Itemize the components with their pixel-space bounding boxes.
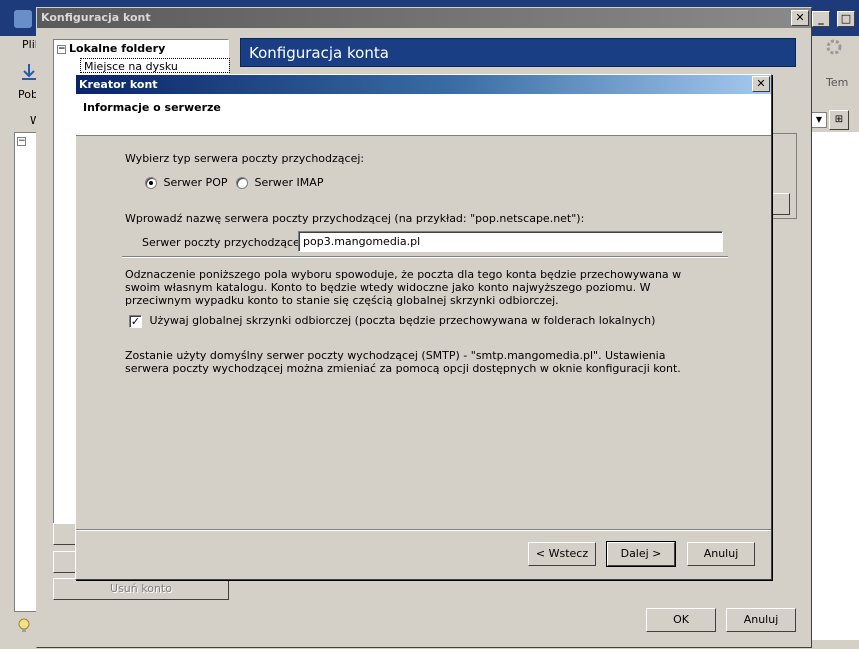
separator	[122, 256, 728, 258]
close-icon[interactable]: ✕	[791, 10, 809, 26]
page-title: Konfiguracja konta	[249, 44, 389, 62]
radio-imap[interactable]: Serwer IMAP	[236, 176, 323, 189]
next-button[interactable]: Dalej >	[606, 541, 676, 567]
cancel-button[interactable]: Anuluj	[687, 542, 755, 566]
maximize-icon[interactable]: □	[837, 11, 855, 27]
search-fragment[interactable]: Tem	[826, 76, 848, 89]
account-settings-title: Konfiguracja kont	[41, 11, 151, 24]
tree-item-label: Lokalne foldery	[69, 42, 166, 55]
wizard-page-title: Informacje o serwerze	[83, 101, 221, 114]
global-inbox-checkbox-label: Używaj globalnej skrzynki odbiorczej (po…	[149, 314, 656, 327]
account-wizard-dialog: Kreator kont ✕ Informacje o serwerze Wyb…	[75, 74, 772, 580]
ok-button[interactable]: OK	[646, 608, 716, 632]
lightbulb-icon	[16, 618, 32, 634]
incoming-server-input[interactable]: pop3.mangomedia.pl	[298, 231, 723, 252]
dropdown-arrow-icon[interactable]: ▼	[811, 112, 827, 128]
collapse-icon[interactable]: −	[17, 137, 26, 146]
checkbox-indicator[interactable]: ✓	[129, 314, 142, 328]
radio-pop-indicator[interactable]	[145, 177, 157, 189]
radio-imap-label: Serwer IMAP	[254, 176, 324, 189]
tree-item-local-folders[interactable]: − Lokalne foldery	[57, 42, 165, 55]
account-settings-header: Konfiguracja konta	[240, 38, 796, 67]
global-inbox-checkbox[interactable]: ✓ Używaj globalnej skrzynki odbiorczej (…	[129, 314, 655, 328]
radio-pop-label: Serwer POP	[163, 176, 228, 189]
global-inbox-info: Odznaczenie poniższego pola wyboru spowo…	[125, 268, 682, 307]
back-button[interactable]: < Wstecz	[528, 542, 596, 566]
app-message-list[interactable]	[810, 132, 859, 640]
collapse-icon[interactable]: −	[57, 44, 66, 54]
group-box-button[interactable]	[770, 193, 790, 215]
cancel-button[interactable]: Anuluj	[726, 608, 796, 632]
server-type-prompt: Wybierz typ serwera poczty przychodzącej…	[125, 152, 365, 165]
app-icon	[14, 10, 32, 28]
toolbar-get-mail-label[interactable]: Pob	[18, 88, 38, 101]
separator	[76, 529, 771, 531]
throbber-icon	[825, 38, 843, 56]
wizard-titlebar[interactable]: Kreator kont ✕	[76, 75, 771, 94]
smtp-info: Zostanie użyty domyślny serwer poczty wy…	[125, 349, 681, 375]
tree-item-disk-space[interactable]: Miejsce na dysku	[80, 58, 230, 73]
remove-account-button[interactable]: Usuń konto	[53, 578, 229, 600]
account-settings-titlebar[interactable]: Konfiguracja kont ✕	[37, 8, 811, 28]
wizard-title: Kreator kont	[79, 78, 158, 91]
radio-imap-indicator[interactable]	[236, 177, 248, 189]
server-field-label: Serwer poczty przychodzącej:	[142, 236, 307, 249]
column-picker-icon[interactable]: ⊞	[829, 110, 849, 130]
radio-pop[interactable]: Serwer POP	[145, 176, 227, 189]
minimize-icon[interactable]: _	[812, 11, 830, 27]
server-name-prompt: Wprowadź nazwę serwera poczty przychodzą…	[125, 212, 585, 225]
wizard-header: Informacje o serwerze	[76, 94, 771, 136]
close-icon[interactable]: ✕	[752, 76, 770, 92]
